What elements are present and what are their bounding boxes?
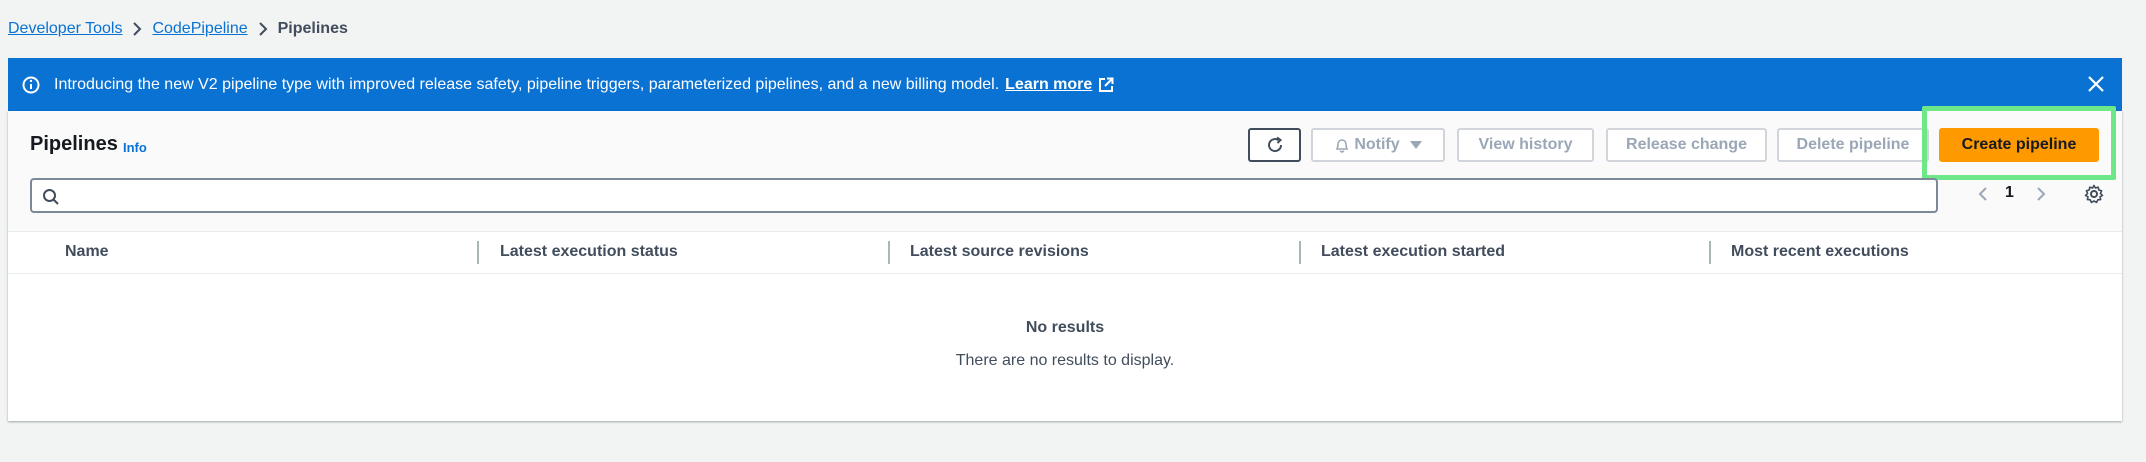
notify-label: Notify — [1354, 136, 1400, 153]
chevron-left-icon[interactable] — [1974, 183, 1992, 205]
page-title: Pipelines — [30, 133, 118, 155]
create-pipeline-button[interactable]: Create pipeline — [1939, 128, 2099, 162]
info-banner: Introducing the new V2 pipeline type wit… — [8, 58, 2122, 111]
breadcrumb: Developer Tools CodePipeline Pipelines — [8, 18, 348, 40]
breadcrumb-developer-tools[interactable]: Developer Tools — [8, 20, 122, 38]
column-header-source-revisions[interactable]: Latest source revisions — [910, 243, 1089, 261]
release-change-button[interactable]: Release change — [1606, 128, 1767, 162]
learn-more-link[interactable]: Learn more — [1005, 76, 1092, 94]
delete-pipeline-button[interactable]: Delete pipeline — [1777, 128, 1929, 162]
bell-icon — [1334, 137, 1350, 153]
view-history-button[interactable]: View history — [1457, 128, 1594, 162]
breadcrumb-current: Pipelines — [277, 20, 348, 37]
column-divider[interactable] — [888, 241, 890, 264]
chevron-right-icon[interactable] — [2032, 183, 2050, 205]
caret-down-icon — [1409, 140, 1422, 150]
search-icon — [42, 188, 60, 206]
breadcrumb-codepipeline[interactable]: CodePipeline — [152, 20, 247, 38]
search-field — [30, 178, 1938, 213]
column-divider[interactable] — [1299, 241, 1301, 264]
column-divider[interactable] — [1709, 241, 1711, 264]
column-header-execution-status[interactable]: Latest execution status — [500, 243, 678, 261]
chevron-right-icon — [248, 21, 278, 37]
empty-state-description: There are no results to display. — [955, 352, 1175, 369]
column-divider[interactable] — [477, 241, 479, 264]
refresh-button[interactable] — [1248, 128, 1301, 162]
pipelines-table-container: Pipelines Info Notify View history Relea… — [8, 106, 2122, 421]
info-link[interactable]: Info — [123, 140, 147, 155]
panel-header: Pipelines Info Notify View history Relea… — [8, 106, 2122, 232]
external-link-icon — [1098, 77, 1114, 93]
table-header: Name Latest execution status Latest sour… — [8, 232, 2122, 274]
gear-icon[interactable] — [2083, 183, 2105, 205]
page-number[interactable]: 1 — [2005, 184, 2014, 202]
column-header-execution-started[interactable]: Latest execution started — [1321, 243, 1505, 261]
refresh-icon — [1265, 135, 1285, 155]
empty-state-title: No results — [1025, 319, 1105, 336]
column-header-name[interactable]: Name — [65, 243, 109, 261]
info-circle-icon — [20, 74, 42, 96]
banner-message: Introducing the new V2 pipeline type wit… — [54, 75, 1000, 93]
column-header-recent-executions[interactable]: Most recent executions — [1731, 243, 1909, 261]
close-icon[interactable] — [2084, 72, 2108, 96]
search-input[interactable] — [68, 182, 1928, 210]
notify-button[interactable]: Notify — [1311, 128, 1445, 162]
chevron-right-icon — [122, 21, 152, 37]
